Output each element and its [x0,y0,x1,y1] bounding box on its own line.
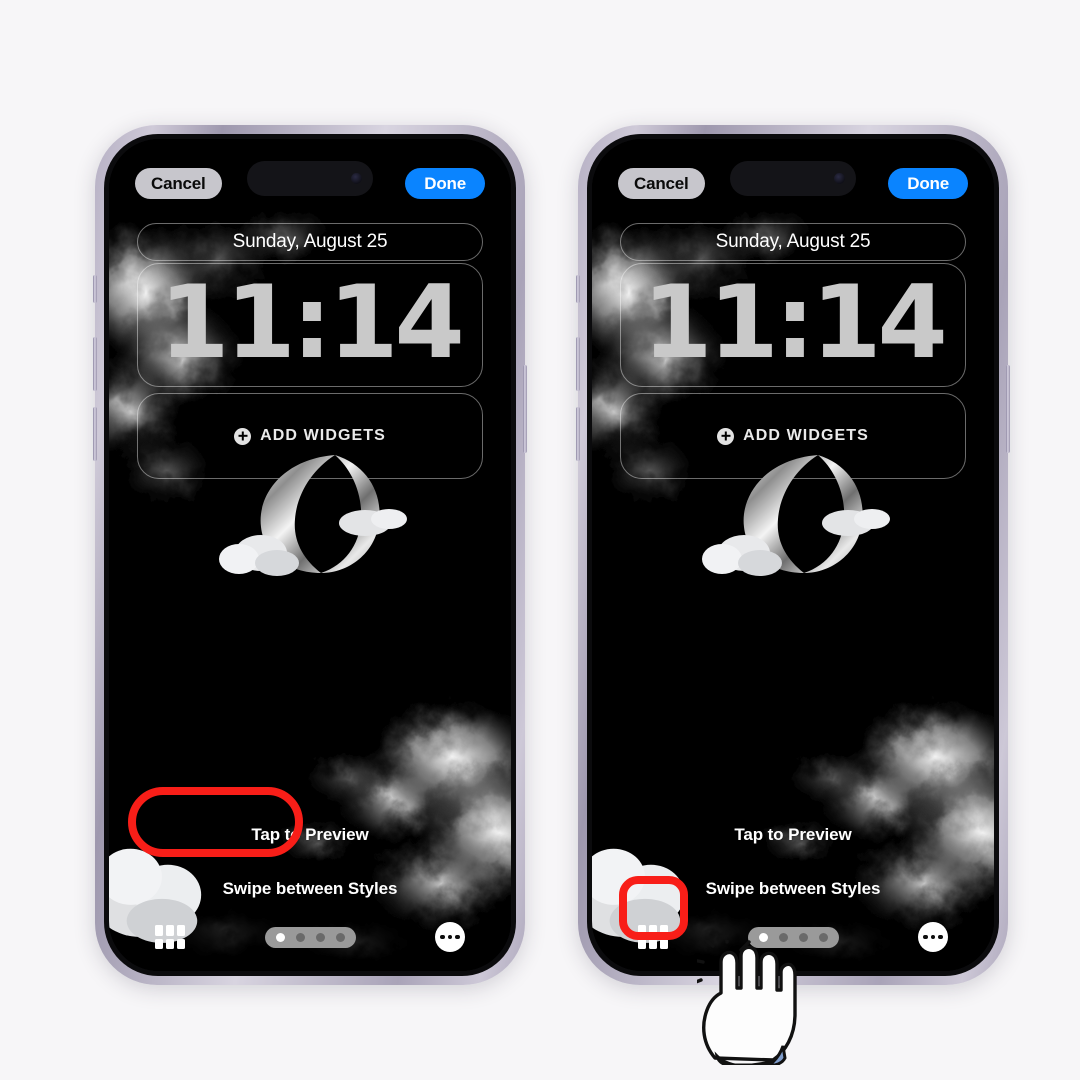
highlight-tap-to-preview [128,787,303,857]
date-widget-slot[interactable]: Sunday, August 25 [137,223,483,261]
date-text: Sunday, August 25 [715,231,871,252]
phone-screen: Cancel Done Sunday, August 25 11:14 ADD … [592,139,994,971]
clock-text: 11:14 [159,262,464,381]
done-button[interactable]: Done [405,167,485,199]
tutorial-canvas: Cancel Done Sunday, August 25 11:14 ADD … [0,0,1080,1080]
clock-widget-slot[interactable]: 11:14 [620,263,966,387]
volume-up-button[interactable] [93,337,97,391]
cancel-button[interactable]: Cancel [135,167,222,199]
clock-widget-slot[interactable]: 11:14 [137,263,483,387]
add-widgets-label: ADD WIDGETS [743,427,869,444]
plus-circle-icon [234,427,252,445]
highlight-grid-button [619,876,688,940]
clock-text: 11:14 [642,262,947,381]
swipe-between-styles-label: Swipe between Styles [222,879,398,898]
silent-switch[interactable] [576,275,580,303]
crescent-moon-sticker [217,449,407,579]
page-indicator[interactable] [264,926,356,948]
done-button[interactable]: Done [888,167,968,199]
phone-right: Cancel Done Sunday, August 25 11:14 ADD … [576,125,1010,985]
power-button[interactable] [1006,365,1010,453]
phone-bezel: Cancel Done Sunday, August 25 11:14 ADD … [587,134,999,976]
grid-icon[interactable] [155,925,185,949]
hand-pointer-cursor [697,940,807,1065]
date-text: Sunday, August 25 [232,231,388,252]
page-dot[interactable] [275,932,285,942]
more-ellipsis-icon[interactable] [918,922,948,952]
page-dot[interactable] [335,932,345,942]
date-widget-slot[interactable]: Sunday, August 25 [620,223,966,261]
volume-down-button[interactable] [576,407,580,461]
volume-down-button[interactable] [93,407,97,461]
page-dot[interactable] [315,932,325,942]
silent-switch[interactable] [93,275,97,303]
page-dot[interactable] [295,932,305,942]
power-button[interactable] [523,365,527,453]
crescent-moon-sticker [700,449,890,579]
editor-topbar: Cancel Done [592,163,994,203]
volume-up-button[interactable] [576,337,580,391]
cancel-button[interactable]: Cancel [618,167,705,199]
tap-to-preview-label[interactable]: Tap to Preview [592,825,994,845]
page-dot[interactable] [818,932,828,942]
lock-screen-preview: Sunday, August 25 11:14 ADD WIDGETS Tap … [592,139,994,971]
more-ellipsis-icon[interactable] [435,922,465,952]
editor-topbar: Cancel Done [109,163,511,203]
plus-circle-icon [717,427,735,445]
add-widgets-label: ADD WIDGETS [260,427,386,444]
editor-dock [109,914,511,960]
